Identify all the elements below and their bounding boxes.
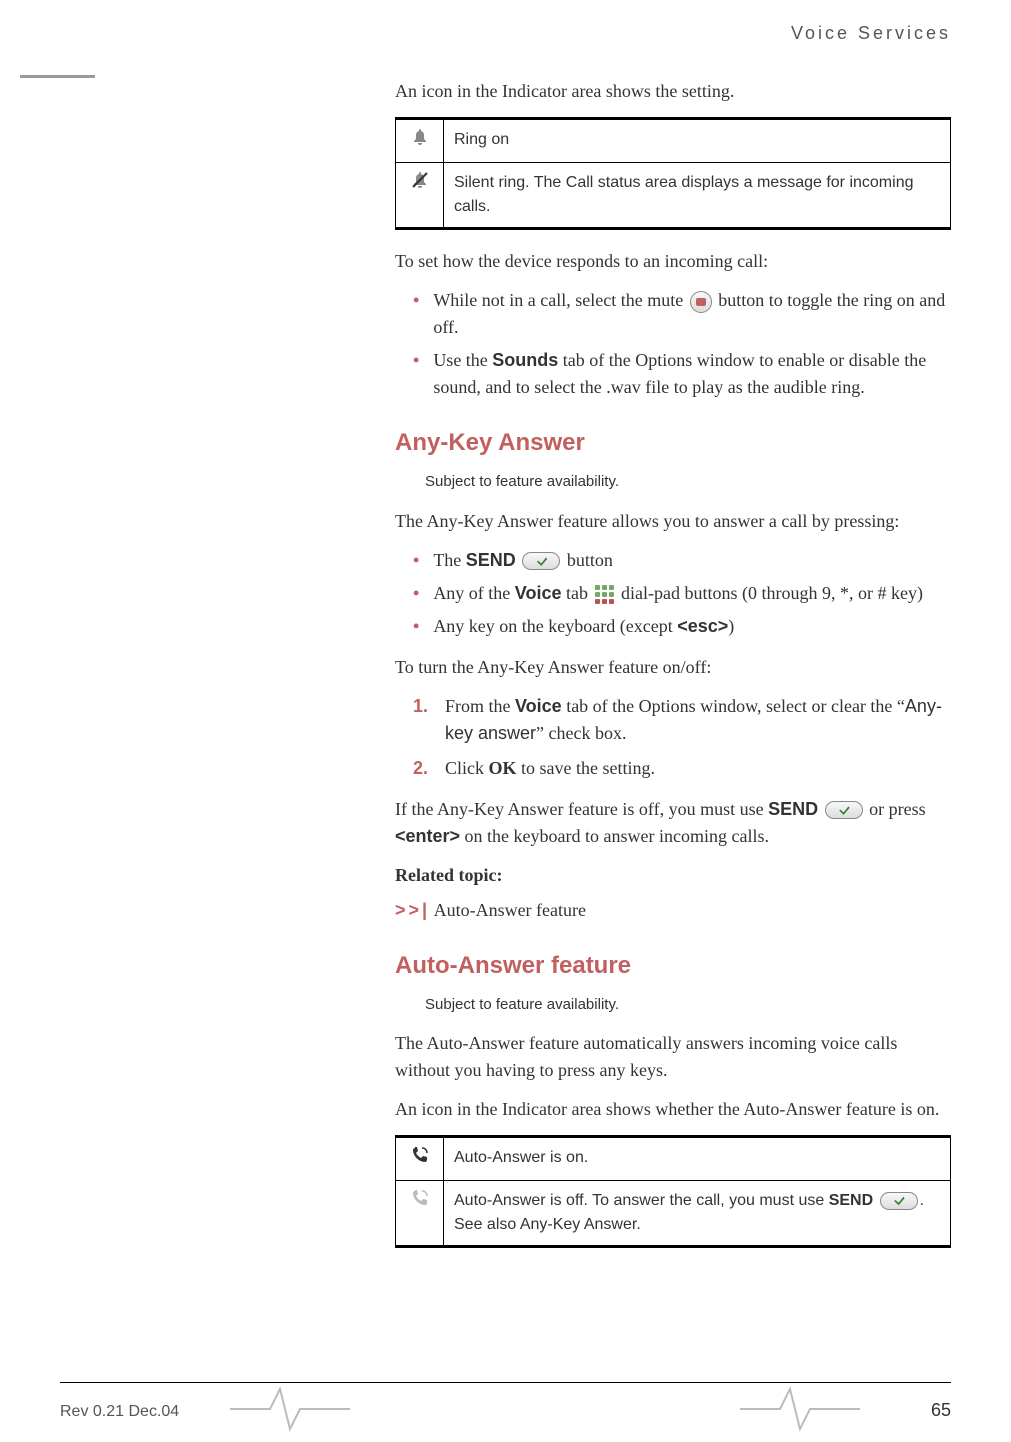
send-button-icon bbox=[880, 1192, 918, 1210]
table-row: Silent ring. The Call status area displa… bbox=[396, 163, 951, 229]
text-fragment: on the keyboard to answer incoming calls… bbox=[460, 826, 769, 846]
text-fragment: tab bbox=[561, 583, 592, 603]
bullet-text: Any of the Voice tab dial-pad buttons (0… bbox=[433, 580, 951, 607]
bullet-text: The SEND button bbox=[433, 547, 951, 574]
step-text: Click OK to save the setting. bbox=[445, 755, 951, 782]
text-fragment: dial-pad buttons (0 through 9, *, or # k… bbox=[621, 583, 923, 603]
text-fragment: tab of the Options window, select or cle… bbox=[562, 696, 905, 716]
list-item: • Any of the Voice tab dial-pad buttons … bbox=[413, 580, 951, 607]
step-text: From the Voice tab of the Options window… bbox=[445, 693, 951, 747]
aa-off-icon bbox=[396, 1181, 444, 1247]
ring-on-text: Ring on bbox=[444, 119, 951, 163]
bell-icon bbox=[396, 119, 444, 163]
esc-key-label: <esc> bbox=[677, 616, 728, 636]
autoanswer-note: Subject to feature availability. bbox=[425, 994, 951, 1017]
enter-key-label: <enter> bbox=[395, 826, 460, 846]
voice-tab-label: Voice bbox=[515, 696, 562, 716]
text-fragment: While not in a call, select the mute bbox=[433, 290, 687, 310]
footer-line bbox=[60, 1382, 951, 1383]
bullet-icon: • bbox=[413, 613, 419, 640]
bullet-icon: • bbox=[413, 287, 419, 341]
send-label: SEND bbox=[829, 1192, 873, 1209]
bell-off-icon bbox=[396, 163, 444, 229]
list-item: • Any key on the keyboard (except <esc>) bbox=[413, 613, 951, 640]
text-fragment: button bbox=[567, 550, 613, 570]
voice-tab-label: Voice bbox=[515, 583, 562, 603]
text-fragment: From the bbox=[445, 696, 515, 716]
send-label: SEND bbox=[768, 799, 818, 819]
list-item: 2. Click OK to save the setting. bbox=[413, 755, 951, 782]
text-fragment: The bbox=[433, 550, 465, 570]
list-item: • While not in a call, select the mute b… bbox=[413, 287, 951, 341]
page-footer: Rev 0.21 Dec.04 65 bbox=[0, 1382, 1011, 1442]
aa-on-text: Auto-Answer is on. bbox=[444, 1137, 951, 1181]
footer-page-number: 65 bbox=[931, 1397, 951, 1424]
related-topic-link[interactable]: >>| Auto-Answer feature bbox=[395, 897, 951, 924]
sounds-tab-label: Sounds bbox=[492, 350, 558, 370]
step-number: 1. bbox=[413, 693, 431, 747]
text-fragment: Any key on the keyboard (except bbox=[433, 616, 677, 636]
send-button-icon bbox=[522, 552, 560, 570]
page-tab-mark bbox=[20, 75, 95, 78]
autoanswer-heading: Auto-Answer feature bbox=[395, 948, 951, 984]
step-number: 2. bbox=[413, 755, 431, 782]
link-arrow-icon: >>| bbox=[395, 900, 430, 920]
text-fragment: ) bbox=[728, 616, 734, 636]
table-row: Ring on bbox=[396, 119, 951, 163]
text-fragment: If the Any-Key Answer feature is off, yo… bbox=[395, 799, 768, 819]
bullet-icon: • bbox=[413, 580, 419, 607]
page-content: An icon in the Indicator area shows the … bbox=[395, 78, 951, 1362]
anykey-bullets: • The SEND button • Any of the Voice tab… bbox=[413, 547, 951, 640]
aa-off-text: Auto-Answer is off. To answer the call, … bbox=[444, 1181, 951, 1247]
aa-on-icon bbox=[396, 1137, 444, 1181]
bullet-text: Use the Sounds tab of the Options window… bbox=[433, 347, 951, 401]
text-fragment: ” check box. bbox=[536, 723, 626, 743]
intro-text: An icon in the Indicator area shows the … bbox=[395, 78, 951, 105]
bullet-icon: • bbox=[413, 547, 419, 574]
text-fragment: Use the bbox=[433, 350, 492, 370]
list-item: • The SEND button bbox=[413, 547, 951, 574]
bullet-text: Any key on the keyboard (except <esc>) bbox=[433, 613, 951, 640]
header-section-title: Voice Services bbox=[791, 20, 951, 47]
table-row: Auto-Answer is off. To answer the call, … bbox=[396, 1181, 951, 1247]
related-topic-label: Related topic: bbox=[395, 862, 951, 889]
anykey-intro: The Any-Key Answer feature allows you to… bbox=[395, 508, 951, 535]
autoanswer-p2: An icon in the Indicator area shows whet… bbox=[395, 1096, 951, 1123]
related-link-text: Auto-Answer feature bbox=[430, 900, 586, 920]
signal-squiggle-icon bbox=[740, 1384, 860, 1434]
list-item: • Use the Sounds tab of the Options wind… bbox=[413, 347, 951, 401]
signal-squiggle-icon bbox=[230, 1384, 350, 1434]
dialpad-icon bbox=[594, 584, 614, 604]
bullet-icon: • bbox=[413, 347, 419, 401]
send-button-icon bbox=[825, 801, 863, 819]
footer-revision: Rev 0.21 Dec.04 bbox=[60, 1400, 179, 1424]
anykey-off-note: If the Any-Key Answer feature is off, yo… bbox=[395, 796, 951, 850]
ok-button-label: OK bbox=[489, 758, 517, 778]
anykey-heading: Any-Key Answer bbox=[395, 425, 951, 461]
howset-bullets: • While not in a call, select the mute b… bbox=[413, 287, 951, 401]
table-row: Auto-Answer is on. bbox=[396, 1137, 951, 1181]
anykey-note: Subject to feature availability. bbox=[425, 471, 951, 494]
text-fragment: Click bbox=[445, 758, 489, 778]
list-item: 1. From the Voice tab of the Options win… bbox=[413, 693, 951, 747]
autoanswer-p1: The Auto-Answer feature automatically an… bbox=[395, 1030, 951, 1084]
send-label: SEND bbox=[466, 550, 516, 570]
text-fragment: Any of the bbox=[433, 583, 514, 603]
bullet-text: While not in a call, select the mute but… bbox=[433, 287, 951, 341]
text-fragment: to save the setting. bbox=[517, 758, 655, 778]
mute-button-icon bbox=[690, 291, 712, 313]
ring-indicator-table: Ring on Silent ring. The Call status are… bbox=[395, 117, 951, 230]
anykey-steps: 1. From the Voice tab of the Options win… bbox=[413, 693, 951, 782]
text-fragment: or press bbox=[869, 799, 926, 819]
silent-ring-text: Silent ring. The Call status area displa… bbox=[444, 163, 951, 229]
text-fragment: Auto-Answer is off. To answer the call, … bbox=[454, 1192, 829, 1209]
howset-intro: To set how the device responds to an inc… bbox=[395, 248, 951, 275]
autoanswer-table: Auto-Answer is on. Auto-Answer is off. T… bbox=[395, 1135, 951, 1248]
anykey-toggle-intro: To turn the Any-Key Answer feature on/of… bbox=[395, 654, 951, 681]
